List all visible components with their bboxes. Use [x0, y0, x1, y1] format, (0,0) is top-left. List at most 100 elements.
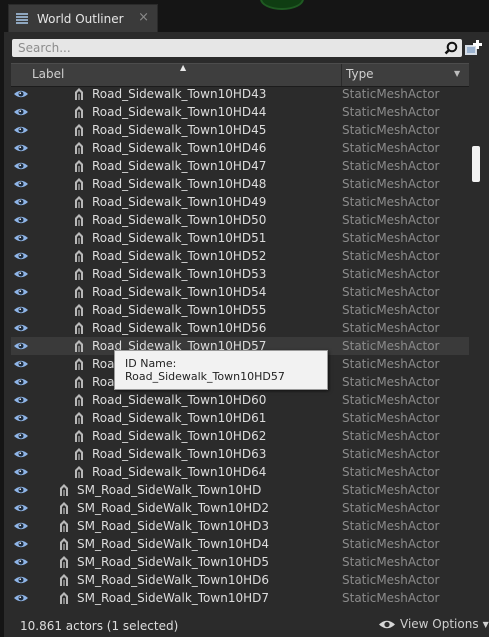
- actor-list: Road_Sidewalk_Town10HD43 StaticMeshActor R…: [11, 85, 469, 609]
- eye-icon[interactable]: [13, 575, 29, 585]
- actor-label: SM_Road_SideWalk_Town10HD5: [77, 555, 269, 569]
- static-mesh-actor-icon: [60, 484, 68, 496]
- actor-label: SM_Road_SideWalk_Town10HD3: [77, 519, 269, 533]
- eye-icon[interactable]: [13, 593, 29, 603]
- actor-type: StaticMeshActor: [342, 429, 440, 443]
- eye-icon[interactable]: [13, 341, 29, 351]
- table-row[interactable]: SM_Road_SideWalk_Town10HD2 StaticMeshActo…: [11, 499, 469, 517]
- table-row[interactable]: Road_Sidewalk_Town10HD48 StaticMeshActor: [11, 175, 469, 193]
- eye-icon[interactable]: [13, 449, 29, 459]
- table-row[interactable]: Road_Sidewalk_Town10HD63 StaticMeshActor: [11, 445, 469, 463]
- table-row[interactable]: Road_Sidewalk_Town10HD43 StaticMeshActor: [11, 85, 469, 103]
- actor-label: Road_Sidewalk_Town10HD54: [92, 285, 267, 299]
- scrollbar-thumb[interactable]: [472, 146, 480, 182]
- eye-icon[interactable]: [13, 377, 29, 387]
- tab-world-outliner[interactable]: World Outliner ×: [8, 4, 158, 32]
- table-row[interactable]: Road_Sidewalk_Town10HD61 StaticMeshActor: [11, 409, 469, 427]
- eye-icon[interactable]: [13, 395, 29, 405]
- eye-icon[interactable]: [13, 557, 29, 567]
- table-row[interactable]: Road_Sidewalk_Town10HD46 StaticMeshActor: [11, 139, 469, 157]
- static-mesh-actor-icon: [75, 448, 83, 460]
- actor-label: Road_Sidewalk_Town10HD43: [92, 87, 267, 101]
- column-label-header[interactable]: Label: [32, 67, 64, 81]
- table-row[interactable]: Road_Sidewalk_Town10HD60 StaticMeshActor: [11, 391, 469, 409]
- eye-icon[interactable]: [13, 485, 29, 495]
- eye-icon[interactable]: [13, 431, 29, 441]
- actor-type: StaticMeshActor: [342, 321, 440, 335]
- eye-icon[interactable]: [13, 287, 29, 297]
- table-row[interactable]: SM_Road_SideWalk_Town10HD7 StaticMeshActo…: [11, 589, 469, 607]
- eye-icon[interactable]: [13, 503, 29, 513]
- table-row[interactable]: SM_Road_SideWalk_Town10HD3 StaticMeshActo…: [11, 517, 469, 535]
- eye-icon[interactable]: [13, 323, 29, 333]
- table-row[interactable]: Road_Sidewalk_Town10HD54 StaticMeshActor: [11, 283, 469, 301]
- actor-type: StaticMeshActor: [342, 249, 440, 263]
- eye-icon[interactable]: [13, 107, 29, 117]
- table-row[interactable]: Road_Sidewalk_Town10HD50 StaticMeshActor: [11, 211, 469, 229]
- eye-icon: [379, 620, 395, 628]
- actor-label: Road_Sidewalk_Town10HD60: [92, 393, 267, 407]
- table-row[interactable]: Road_Sidewalk_Town10HD51 StaticMeshActor: [11, 229, 469, 247]
- view-options-button[interactable]: View Options ▼: [378, 617, 489, 631]
- actor-label: Road_Sidewalk_Town10HD64: [92, 465, 267, 479]
- eye-icon[interactable]: [13, 539, 29, 549]
- column-divider[interactable]: [341, 64, 342, 86]
- table-row[interactable]: SM_Road_SideWalk_Town10HD6 StaticMeshActo…: [11, 571, 469, 589]
- column-header: Label ▲ Type ▼: [11, 63, 469, 87]
- eye-icon[interactable]: [13, 233, 29, 243]
- actor-label: Road_Sidewalk_Town10HD50: [92, 213, 267, 227]
- eye-icon[interactable]: [13, 125, 29, 135]
- actor-label: Road_Sidewalk_Town10HD45: [92, 123, 267, 137]
- actor-label: Road_Sidewalk_Town10HD55: [92, 303, 267, 317]
- type-dropdown-icon[interactable]: ▼: [454, 69, 460, 78]
- table-row[interactable]: SM_Road_SideWalk_Town10HD StaticMeshActor: [11, 481, 469, 499]
- eye-icon[interactable]: [13, 305, 29, 315]
- actor-type: StaticMeshActor: [342, 159, 440, 173]
- actor-type: StaticMeshActor: [342, 591, 440, 605]
- search-icon[interactable]: [444, 41, 458, 55]
- table-row[interactable]: Road_Sidewalk_Town10HD49 StaticMeshActor: [11, 193, 469, 211]
- table-row[interactable]: Road_Sidewalk_Town10HD53 StaticMeshActor: [11, 265, 469, 283]
- actor-label: Road_Sidewalk_Town10HD51: [92, 231, 267, 245]
- actor-type: StaticMeshActor: [342, 555, 440, 569]
- static-mesh-actor-icon: [75, 160, 83, 172]
- eye-icon[interactable]: [13, 197, 29, 207]
- eye-icon[interactable]: [13, 269, 29, 279]
- column-type-header[interactable]: Type: [346, 67, 374, 81]
- table-row[interactable]: Road_Sidewalk_Town10HD52 StaticMeshActor: [11, 247, 469, 265]
- eye-icon[interactable]: [13, 89, 29, 99]
- static-mesh-actor-icon: [60, 538, 68, 550]
- eye-icon[interactable]: [13, 521, 29, 531]
- table-row[interactable]: SM_Road_SideWalk_Town10HD4 StaticMeshActo…: [11, 535, 469, 553]
- eye-icon[interactable]: [13, 161, 29, 171]
- outliner-list-icon: [16, 12, 28, 25]
- eye-icon[interactable]: [13, 215, 29, 225]
- table-row[interactable]: SM_Road_SideWalk_Town10HD5 StaticMeshActo…: [11, 553, 469, 571]
- eye-icon[interactable]: [13, 413, 29, 423]
- actor-label: SM_Road_SideWalk_Town10HD: [77, 483, 262, 497]
- table-row[interactable]: Road_Sidewalk_Town10HD62 StaticMeshActor: [11, 427, 469, 445]
- table-row[interactable]: Road_Sidewalk_Town10HD64 StaticMeshActor: [11, 463, 469, 481]
- eye-icon[interactable]: [13, 467, 29, 477]
- view-options-label: View Options: [400, 617, 479, 631]
- eye-icon[interactable]: [13, 143, 29, 153]
- tab-title: World Outliner: [37, 11, 124, 26]
- static-mesh-actor-icon: [75, 430, 83, 442]
- close-icon[interactable]: ×: [138, 10, 149, 25]
- search-input[interactable]: [12, 39, 444, 57]
- actor-type: StaticMeshActor: [342, 375, 440, 389]
- eye-icon[interactable]: [13, 251, 29, 261]
- eye-icon[interactable]: [13, 179, 29, 189]
- eye-icon[interactable]: [13, 359, 29, 369]
- actor-type: StaticMeshActor: [342, 411, 440, 425]
- actor-count: 10.861 actors (1 selected): [20, 619, 179, 633]
- table-row[interactable]: Road_Sidewalk_Town10HD47 StaticMeshActor: [11, 157, 469, 175]
- actor-type: StaticMeshActor: [342, 357, 440, 371]
- chevron-down-icon: ▼: [482, 619, 489, 629]
- table-row[interactable]: Road_Sidewalk_Town10HD55 StaticMeshActor: [11, 301, 469, 319]
- actor-type: StaticMeshActor: [342, 303, 440, 317]
- add-folder-icon[interactable]: [464, 39, 482, 57]
- table-row[interactable]: Road_Sidewalk_Town10HD45 StaticMeshActor: [11, 121, 469, 139]
- table-row[interactable]: Road_Sidewalk_Town10HD56 StaticMeshActor: [11, 319, 469, 337]
- table-row[interactable]: Road_Sidewalk_Town10HD44 StaticMeshActor: [11, 103, 469, 121]
